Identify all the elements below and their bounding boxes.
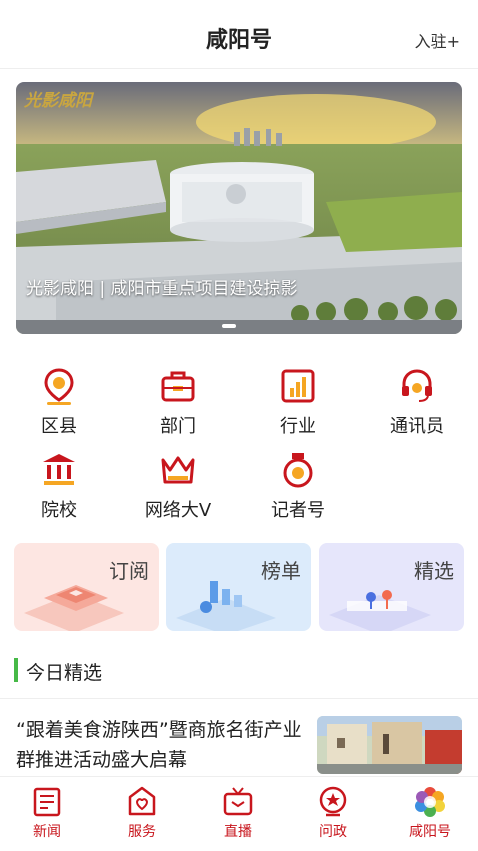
star-badge-icon: [316, 785, 350, 819]
crown-icon: [158, 450, 198, 490]
card-label: 订阅: [109, 559, 149, 583]
tab-label: 问政: [319, 824, 347, 840]
carousel-indicator: [222, 324, 236, 328]
card-subscribe[interactable]: 订阅: [14, 543, 159, 631]
tab-inquiry[interactable]: 问政: [298, 785, 368, 841]
category-influencer[interactable]: 网络大V: [133, 450, 223, 522]
bar-chart-icon: [278, 366, 318, 406]
tv-icon: [221, 785, 255, 819]
category-correspondent[interactable]: 通讯员: [372, 366, 462, 438]
tab-label: 服务: [128, 824, 156, 840]
section-accent-bar: [14, 658, 18, 682]
page-title: 咸阳号: [205, 28, 272, 53]
tab-news[interactable]: 新闻: [12, 785, 82, 841]
tab-label: 咸阳号: [409, 824, 451, 840]
card-ranking[interactable]: 榜单: [166, 543, 311, 631]
colorful-flower-icon: [413, 785, 447, 819]
section-title: 今日精选: [26, 662, 103, 684]
newspaper-icon: [30, 785, 64, 819]
category-label: 区县: [41, 416, 77, 437]
join-button[interactable]: 入驻+: [415, 28, 460, 52]
category-district[interactable]: 区县: [14, 366, 104, 438]
tab-service[interactable]: 服务: [107, 785, 177, 841]
divider: [0, 698, 478, 699]
card-label: 精选: [414, 559, 454, 583]
news-title[interactable]: “跟着美食游陕西”暨商旅名街产业群推进活动盛大启幕: [16, 715, 306, 775]
category-label: 院校: [41, 500, 77, 521]
headset-icon: [397, 366, 437, 406]
medal-icon: [278, 450, 318, 490]
card-featured[interactable]: 精选: [319, 543, 464, 631]
app-header: 咸阳号 入驻+: [0, 0, 478, 69]
bottom-tab-bar: 新闻 服务 直播 问政 咸阳号: [0, 776, 478, 851]
category-industry[interactable]: 行业: [253, 366, 343, 438]
tab-label: 直播: [224, 824, 252, 840]
category-label: 通讯员: [390, 416, 444, 437]
news-thumbnail[interactable]: [317, 716, 462, 774]
category-reporter[interactable]: 记者号: [253, 450, 343, 522]
heart-shield-icon: [125, 785, 159, 819]
category-label: 行业: [280, 416, 316, 437]
building-columns-icon: [39, 450, 79, 490]
tab-xianyang-hao[interactable]: 咸阳号: [395, 785, 465, 841]
card-label: 榜单: [261, 559, 301, 583]
category-label: 部门: [160, 416, 196, 437]
category-label: 记者号: [271, 500, 325, 521]
banner-caption[interactable]: 光影咸阳 | 咸阳市重点项目建设掠影: [26, 274, 298, 299]
briefcase-icon: [158, 366, 198, 406]
category-label: 网络大V: [144, 500, 212, 521]
banner-logo: 光影咸阳: [24, 91, 92, 111]
location-pin-icon: [39, 366, 79, 406]
category-college[interactable]: 院校: [14, 450, 104, 522]
tab-label: 新闻: [33, 824, 61, 840]
category-department[interactable]: 部门: [133, 366, 223, 438]
tab-live[interactable]: 直播: [203, 785, 273, 841]
